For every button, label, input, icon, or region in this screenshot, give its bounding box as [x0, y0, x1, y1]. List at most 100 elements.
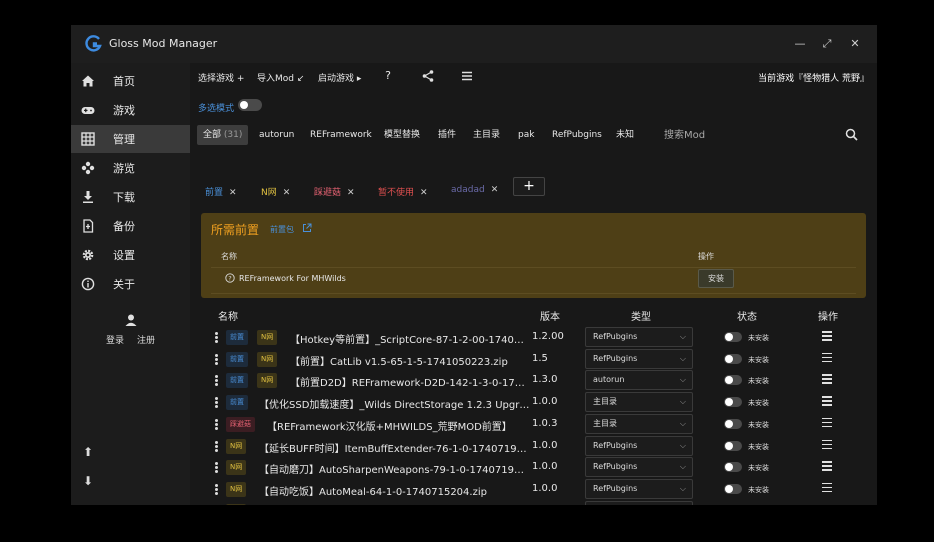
- close-icon[interactable]: ✕: [229, 188, 237, 198]
- type-select[interactable]: RefPubgins ⌵: [585, 478, 693, 499]
- sidebar-item-settings[interactable]: 设置: [71, 241, 190, 269]
- row-menu-icon[interactable]: [822, 352, 834, 365]
- table-row[interactable]: 前置 【优化SSD加载速度】_Wilds DirectStorage 1.2.3 …: [190, 392, 877, 414]
- tab-plugins[interactable]: 插件: [438, 125, 456, 145]
- sidebar-item-backup[interactable]: 备份: [71, 212, 190, 240]
- drag-handle-icon[interactable]: [215, 375, 219, 387]
- type-select[interactable]: RefPubgins⌵: [585, 435, 693, 456]
- table-row[interactable]: 前置 N网 【前置】CatLib v1.5-65-1-5-1741050223.zi…: [190, 348, 877, 371]
- tag-chip[interactable]: N网 ✕: [261, 185, 290, 198]
- table-row[interactable]: N网 【自动吃饭】AutoMeal-64-1-0-1740715204.zip 1.…: [190, 478, 877, 501]
- install-toggle[interactable]: [724, 353, 742, 364]
- menu-icon[interactable]: [460, 69, 474, 83]
- tab-autorun[interactable]: autorun: [259, 125, 294, 145]
- chevron-down-icon: ⌵: [679, 483, 686, 493]
- close-icon[interactable]: ✕: [420, 188, 428, 198]
- divider: [211, 267, 856, 268]
- drag-handle-icon[interactable]: [215, 440, 219, 453]
- tag-chip[interactable]: 踩避菇 ✕: [314, 185, 355, 198]
- share-icon[interactable]: [421, 69, 435, 83]
- close-icon[interactable]: ✕: [283, 188, 291, 198]
- table-row[interactable]: N网【自动补给】AutoRestock-66-1-0-1740717274.zi…: [190, 500, 877, 505]
- prerequisite-pack-link[interactable]: 前置包: [270, 224, 294, 235]
- sidebar-item-download[interactable]: 下载: [71, 183, 190, 211]
- install-toggle[interactable]: [724, 440, 742, 451]
- close-icon[interactable]: ✕: [491, 185, 499, 195]
- type-select[interactable]: RefPubgins⌵: [585, 457, 693, 478]
- type-select[interactable]: autorun ⌵: [585, 370, 693, 391]
- type-select[interactable]: 主目录 ⌵: [585, 392, 693, 413]
- tab-reframework[interactable]: REFramework: [310, 125, 372, 145]
- tab-model-replace[interactable]: 模型替换: [384, 125, 420, 145]
- install-toggle[interactable]: [724, 397, 742, 408]
- help-icon[interactable]: ?: [381, 69, 395, 83]
- col-version: 版本: [540, 312, 560, 323]
- type-select[interactable]: RefPubgins⌵: [585, 327, 693, 347]
- table-row[interactable]: 前置 N网 【前置D2D】REFramework-D2D-142-1-3-0-174…: [190, 370, 877, 392]
- install-toggle[interactable]: [724, 462, 742, 473]
- tag-badge: 前置: [226, 395, 248, 411]
- table-row[interactable]: 踩避菇 【REFramework汉化版+MHWILDS_荒野MOD前置】 1.0.3…: [190, 413, 877, 436]
- table-row[interactable]: N网 【自动磨刀】AutoSharpenWeapons-79-1-0-174071…: [190, 457, 877, 479]
- multi-select-toggle[interactable]: [238, 99, 262, 111]
- drag-handle-icon[interactable]: [215, 397, 219, 409]
- install-toggle[interactable]: [724, 375, 742, 386]
- drag-handle-icon[interactable]: [215, 418, 219, 431]
- minimize-button[interactable]: —: [791, 35, 809, 53]
- tag-chip[interactable]: 暂不使用 ✕: [378, 185, 428, 198]
- drag-handle-icon[interactable]: [215, 483, 219, 496]
- install-toggle[interactable]: [724, 332, 742, 342]
- select-game-button[interactable]: 选择游戏 +: [198, 71, 244, 84]
- row-menu-icon[interactable]: [822, 417, 834, 430]
- row-menu-icon[interactable]: [822, 439, 834, 452]
- close-icon[interactable]: ✕: [347, 188, 355, 198]
- type-select[interactable]: 主目录 ⌵: [585, 413, 693, 434]
- collapse-sidebar-icon[interactable]: «: [81, 503, 95, 505]
- tab-unknown[interactable]: 未知: [616, 125, 634, 145]
- table-row[interactable]: N网 【延长BUFF时间】ItemBuffExtender-76-1-0-1740…: [190, 435, 877, 458]
- tab-main-dir[interactable]: 主目录: [473, 125, 500, 145]
- login-link[interactable]: 登录: [106, 333, 124, 346]
- search-icon[interactable]: [845, 128, 858, 141]
- status-text: 未安装: [748, 420, 769, 429]
- row-menu-icon[interactable]: [822, 374, 834, 386]
- arrow-down-icon[interactable]: ⬇: [81, 474, 95, 488]
- sidebar-item-browse[interactable]: 游览: [71, 154, 190, 182]
- install-button[interactable]: 安装: [698, 269, 734, 288]
- tab-refpubgins[interactable]: RefPubgins: [552, 125, 602, 145]
- external-link-icon[interactable]: [302, 223, 312, 233]
- type-select[interactable]: RefPubgins⌵: [585, 348, 693, 369]
- install-toggle[interactable]: [724, 418, 742, 429]
- start-game-button[interactable]: 启动游戏 ▸: [318, 71, 361, 84]
- close-button[interactable]: ✕: [846, 35, 864, 53]
- drag-handle-icon[interactable]: [215, 462, 219, 474]
- search-input[interactable]: [652, 125, 832, 145]
- tab-pak[interactable]: pak: [518, 125, 534, 145]
- tag-chip[interactable]: 前置 ✕: [205, 185, 237, 198]
- drag-handle-icon[interactable]: [215, 332, 219, 344]
- type-value: RefPubgins: [593, 483, 638, 493]
- tab-all[interactable]: 全部 (31): [197, 125, 249, 145]
- arrow-up-icon[interactable]: ⬆: [81, 445, 95, 459]
- add-tag-button[interactable]: +: [513, 177, 545, 196]
- row-menu-icon[interactable]: [822, 461, 834, 473]
- mod-name: 【自动吃饭】AutoMeal-64-1-0-1740715204.zip: [259, 486, 487, 498]
- restore-button[interactable]: ⤢: [818, 35, 836, 53]
- sidebar-item-label: 游览: [113, 162, 135, 175]
- prerequisites-title: 所需前置: [211, 223, 260, 237]
- tag-chip[interactable]: adadad ✕: [451, 185, 498, 195]
- row-menu-icon[interactable]: [822, 331, 834, 343]
- row-menu-icon[interactable]: [822, 396, 834, 408]
- sidebar-item-about[interactable]: 关于: [71, 270, 190, 298]
- install-toggle[interactable]: [724, 483, 742, 494]
- tag-badge: 前置: [226, 351, 248, 367]
- sidebar-item-home[interactable]: 首页: [71, 67, 190, 95]
- table-row[interactable]: 前置 N网 【Hotkey等前置】_ScriptCore-87-1-2-00-174…: [190, 327, 877, 349]
- row-menu-icon[interactable]: [822, 482, 834, 495]
- sidebar-item-manage[interactable]: 管理: [71, 125, 190, 153]
- sidebar-item-games[interactable]: 游戏: [71, 96, 190, 124]
- import-mod-button[interactable]: 导入Mod ↙: [257, 71, 304, 84]
- register-link[interactable]: 注册: [137, 333, 155, 346]
- type-select[interactable]: RefPubgins⌵: [585, 500, 693, 505]
- drag-handle-icon[interactable]: [215, 353, 219, 366]
